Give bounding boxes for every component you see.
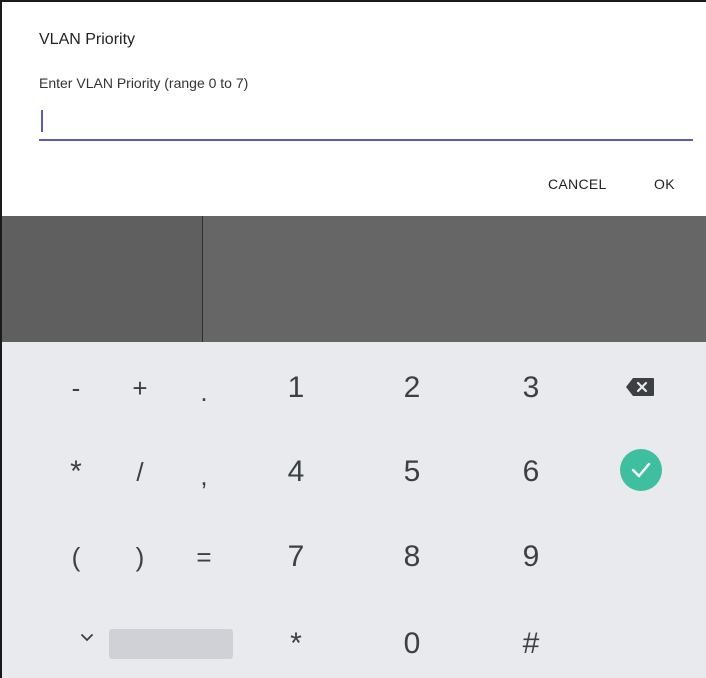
vlan-priority-dialog: VLAN Priority Enter VLAN Priority (range… [0, 0, 706, 216]
key-period[interactable]: . [200, 379, 207, 405]
key-star[interactable]: * [290, 629, 302, 659]
key-2[interactable]: 2 [404, 373, 421, 403]
vlan-priority-input[interactable] [39, 104, 693, 141]
window-border-top [0, 0, 706, 2]
key-4[interactable]: 4 [288, 457, 305, 487]
key-5[interactable]: 5 [404, 457, 421, 487]
space-key[interactable] [109, 629, 233, 659]
key-6[interactable]: 6 [523, 457, 540, 487]
key-3[interactable]: 3 [523, 373, 540, 403]
dialog-message: Enter VLAN Priority (range 0 to 7) [39, 75, 249, 91]
key-1[interactable]: 1 [288, 373, 305, 403]
key-hash[interactable]: # [523, 629, 540, 659]
dimmed-pane-divider [202, 216, 203, 342]
key-0[interactable]: 0 [404, 629, 421, 659]
key-minus[interactable]: - [72, 375, 81, 401]
key-9[interactable]: 9 [523, 542, 540, 572]
key-open-paren[interactable]: ( [72, 544, 81, 570]
window-border-left [0, 0, 2, 678]
key-asterisk[interactable]: * [70, 457, 82, 487]
key-7[interactable]: 7 [288, 542, 305, 572]
key-slash[interactable]: / [136, 459, 143, 485]
text-cursor [41, 110, 43, 132]
dialog-title: VLAN Priority [39, 31, 136, 48]
dimmed-left-pane [0, 216, 202, 342]
check-circle-icon[interactable] [620, 449, 662, 491]
numeric-keyboard [0, 342, 706, 678]
backspace-icon[interactable] [625, 377, 655, 397]
key-equals[interactable]: = [196, 544, 211, 570]
cancel-button[interactable]: CANCEL [548, 176, 607, 192]
chevron-down-icon[interactable] [79, 630, 95, 642]
key-8[interactable]: 8 [404, 542, 421, 572]
dimmed-background [0, 216, 706, 342]
ok-button[interactable]: OK [654, 176, 675, 192]
key-plus[interactable]: + [132, 375, 147, 401]
key-comma[interactable]: , [200, 463, 207, 489]
key-close-paren[interactable]: ) [136, 544, 145, 570]
